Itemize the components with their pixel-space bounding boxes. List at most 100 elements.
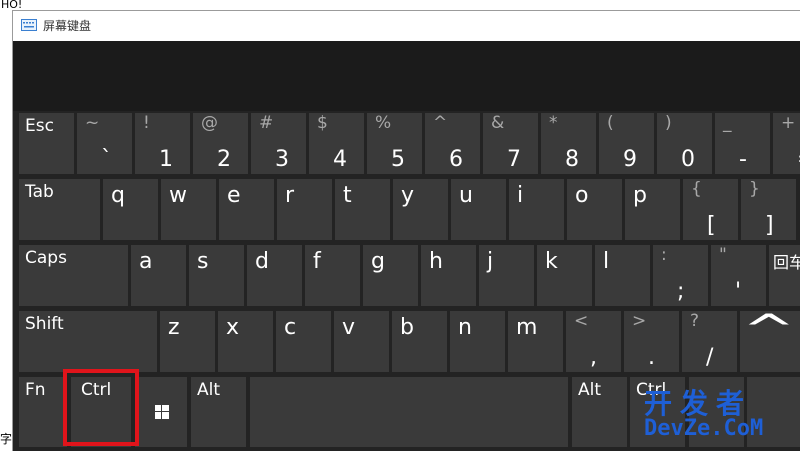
key-9-row1[interactable]: * 8 bbox=[541, 113, 596, 174]
key-label: l bbox=[603, 249, 610, 274]
key-main-label: - bbox=[739, 147, 747, 172]
key-label: s bbox=[197, 249, 209, 274]
key-punct-row3-0[interactable]: :; bbox=[653, 245, 708, 306]
key-shift-label: ? bbox=[690, 311, 700, 331]
key-1-row1[interactable]: ~ ` bbox=[77, 113, 132, 174]
key-main-label: / bbox=[706, 345, 714, 370]
key-g[interactable]: g bbox=[363, 245, 418, 306]
key-r[interactable]: r bbox=[277, 179, 332, 240]
key-c[interactable]: c bbox=[276, 311, 331, 372]
key-w[interactable]: w bbox=[161, 179, 216, 240]
key-label: a bbox=[139, 249, 153, 274]
title-bar[interactable]: 屏幕键盘 bbox=[13, 11, 800, 41]
key-7-row1[interactable]: ^ 6 bbox=[425, 113, 480, 174]
key-label: k bbox=[545, 249, 558, 274]
key-shift-label: # bbox=[259, 113, 274, 133]
key-punct-row4-2[interactable]: ? / bbox=[682, 311, 737, 372]
key-shift-label: & bbox=[491, 113, 505, 133]
key-shift-label: ~ bbox=[85, 113, 100, 133]
key-shift-label: < bbox=[574, 311, 589, 331]
key-label: c bbox=[284, 315, 297, 340]
key-punct-row3-1[interactable]: " ' bbox=[711, 245, 766, 306]
alt-key-right[interactable]: Alt bbox=[572, 377, 627, 447]
key-u[interactable]: u bbox=[451, 179, 506, 240]
key-y[interactable]: y bbox=[393, 179, 448, 240]
background-text-bottom: 字 bbox=[0, 432, 13, 446]
key-k[interactable]: k bbox=[537, 245, 592, 306]
key-f[interactable]: f bbox=[305, 245, 360, 306]
key-label: u bbox=[459, 183, 473, 208]
ctrl-highlight-box bbox=[63, 369, 139, 446]
key-label: q bbox=[111, 183, 125, 208]
key-label: n bbox=[458, 315, 472, 340]
key-d[interactable]: d bbox=[247, 245, 302, 306]
key-main-label: 9 bbox=[623, 147, 637, 172]
key-z[interactable]: z bbox=[160, 311, 215, 372]
key-label: o bbox=[575, 183, 589, 208]
tab-key[interactable]: Tab bbox=[19, 179, 100, 240]
key-label: m bbox=[516, 315, 538, 340]
key-bracket-0[interactable]: {[ bbox=[683, 179, 738, 240]
key-l[interactable]: l bbox=[595, 245, 650, 306]
key-8-row1[interactable]: & 7 bbox=[483, 113, 538, 174]
key-6-row1[interactable]: % 5 bbox=[367, 113, 422, 174]
key-main-label: ] bbox=[765, 213, 774, 238]
alt-key-label: Alt bbox=[578, 380, 602, 400]
key-label: b bbox=[400, 315, 414, 340]
key-main-label: 5 bbox=[391, 147, 405, 172]
key-shift-label: * bbox=[549, 113, 558, 133]
key-j[interactable]: j bbox=[479, 245, 534, 306]
key-shift-label: % bbox=[375, 113, 392, 133]
key-punct-row4-0[interactable]: <, bbox=[566, 311, 621, 372]
key-13-row1[interactable]: += bbox=[773, 113, 800, 174]
enter-key[interactable]: 回车 bbox=[769, 245, 800, 306]
key-s[interactable]: s bbox=[189, 245, 244, 306]
key-t[interactable]: t bbox=[335, 179, 390, 240]
up-arrow-icon: ^ bbox=[741, 311, 796, 353]
key-11-row1[interactable]: ) 0 bbox=[657, 113, 712, 174]
key-i[interactable]: i bbox=[509, 179, 564, 240]
key-main-label: 0 bbox=[681, 147, 695, 172]
key-shift-label: ) bbox=[665, 113, 672, 133]
key-p[interactable]: p bbox=[625, 179, 680, 240]
key-shift-label: ( bbox=[607, 113, 614, 133]
key-b[interactable]: b bbox=[392, 311, 447, 372]
key-2-row1[interactable]: ! 1 bbox=[135, 113, 190, 174]
key-label: v bbox=[342, 315, 356, 340]
up-arrow-key[interactable]: ^ bbox=[740, 311, 800, 372]
key-10-row1[interactable]: (9 bbox=[599, 113, 654, 174]
key-shift-label: { bbox=[691, 179, 702, 199]
key-m[interactable]: m bbox=[508, 311, 563, 372]
alt-key-left[interactable]: Alt bbox=[191, 377, 246, 447]
caps-key[interactable]: Caps bbox=[19, 245, 128, 306]
key-q[interactable]: q bbox=[103, 179, 158, 240]
key-e[interactable]: e bbox=[219, 179, 274, 240]
keyboard-display-area bbox=[13, 41, 800, 111]
key-shift-label: : bbox=[661, 245, 667, 265]
key-label: f bbox=[313, 249, 321, 274]
spacebar[interactable] bbox=[250, 377, 568, 447]
key-h[interactable]: h bbox=[421, 245, 476, 306]
key-bracket-1[interactable]: }] bbox=[741, 179, 796, 240]
esc-key[interactable]: Esc bbox=[19, 113, 74, 174]
key-punct-row4-1[interactable]: >. bbox=[624, 311, 679, 372]
fn-key[interactable]: Fn bbox=[19, 377, 67, 447]
key-12-row1[interactable]: _ - bbox=[715, 113, 770, 174]
key-o[interactable]: o bbox=[567, 179, 622, 240]
key-n[interactable]: n bbox=[450, 311, 505, 372]
shift-key[interactable]: Shift bbox=[19, 311, 157, 372]
key-a[interactable]: a bbox=[131, 245, 186, 306]
windows-key[interactable] bbox=[135, 377, 187, 447]
key-shift-label: > bbox=[632, 311, 647, 331]
key-main-label: 8 bbox=[565, 147, 579, 172]
keyboard-icon bbox=[21, 19, 37, 31]
key-5-row1[interactable]: $4 bbox=[309, 113, 364, 174]
key-4-row1[interactable]: #3 bbox=[251, 113, 306, 174]
shift-key-label: Shift bbox=[25, 314, 64, 334]
key-v[interactable]: v bbox=[334, 311, 389, 372]
key-shift-label: " bbox=[719, 245, 727, 265]
key-main-label: 7 bbox=[507, 147, 521, 172]
key-shift-label: ! bbox=[143, 113, 150, 133]
key-3-row1[interactable]: @2 bbox=[193, 113, 248, 174]
key-x[interactable]: x bbox=[218, 311, 273, 372]
